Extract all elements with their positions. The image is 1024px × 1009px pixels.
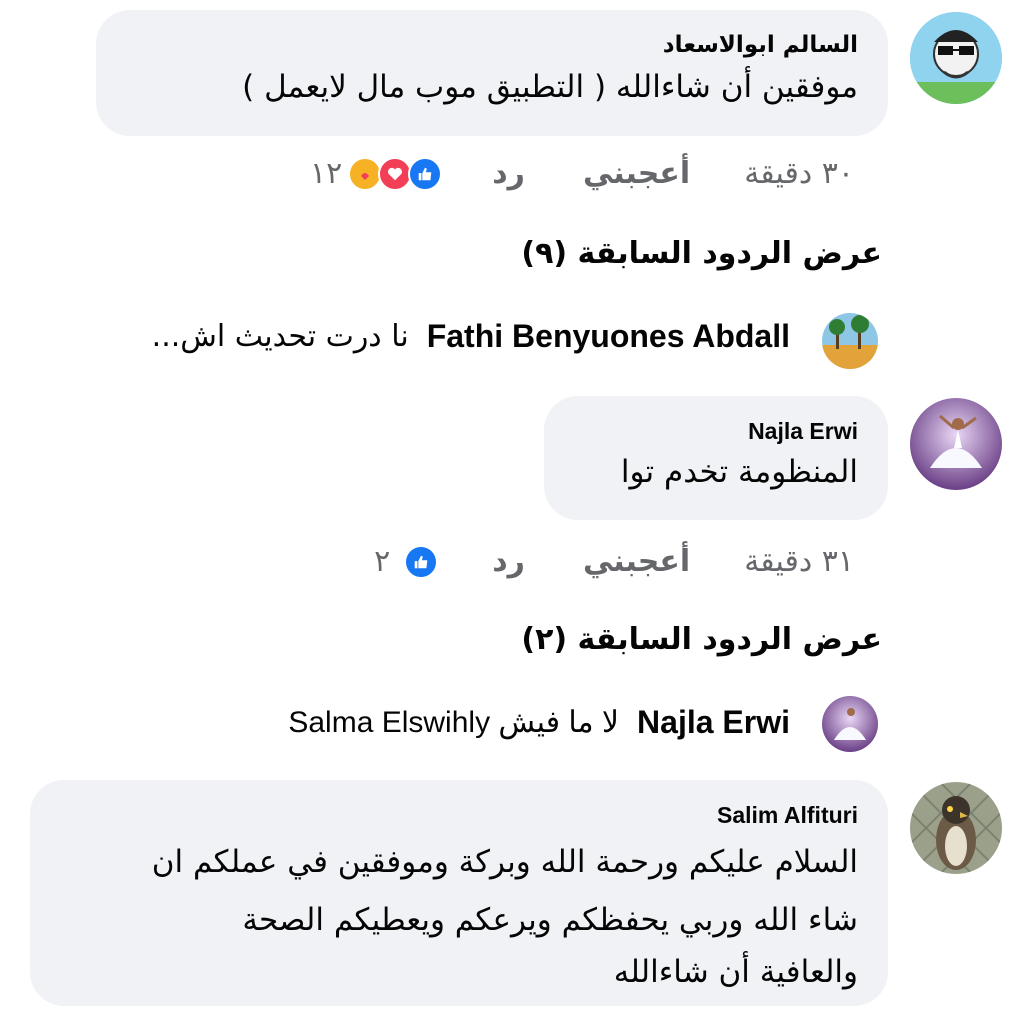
like-icon (408, 156, 443, 191)
reaction-count: ١٢ (310, 156, 343, 191)
reaction-summary[interactable]: ١٢ (310, 156, 443, 191)
reply-button[interactable]: رد (492, 156, 525, 191)
reaction-count: ٢ (374, 544, 391, 579)
comment-bubble: السالم ابوالاسعاد موفقين أن شاءالله ( ال… (96, 10, 888, 136)
comment-text-line: شاء الله وربي يحفظكم ويرعكم ويعطيكم الصح… (242, 902, 858, 938)
comment-actions: ٣١ دقيقة أعجبني رد ٢ (374, 544, 854, 579)
avatar-illustration (910, 398, 1002, 490)
reply-text: نا درت تحديث اش... (151, 319, 409, 354)
reply-author[interactable]: Fathi Benyuones Abdall (427, 318, 790, 355)
reply-button[interactable]: رد (492, 544, 525, 579)
love-icon (378, 156, 413, 191)
comment-time[interactable]: ٣٠ دقيقة (744, 156, 854, 191)
view-previous-replies[interactable]: عرض الردود السابقة (٩) (521, 236, 882, 271)
reply-avatar[interactable] (822, 696, 878, 752)
comment-time[interactable]: ٣١ دقيقة (744, 544, 854, 579)
comment-text: موفقين أن شاءالله ( التطبيق موب مال لايع… (242, 69, 858, 105)
comment-bubble: Najla Erwi المنظومة تخدم توا (544, 396, 888, 520)
reply-preview[interactable]: Najla Erwi لا ما فيش Salma Elswihly (288, 704, 790, 741)
care-icon (348, 156, 383, 191)
avatar-illustration (910, 12, 1002, 104)
view-previous-replies[interactable]: عرض الردود السابقة (٢) (521, 622, 882, 657)
comment-actions: ٣٠ دقيقة أعجبني رد ١٢ (310, 156, 854, 191)
avatar-illustration (910, 782, 1002, 874)
reaction-summary[interactable]: ٢ (374, 544, 439, 579)
like-button[interactable]: أعجبني (583, 156, 690, 191)
like-button[interactable]: أعجبني (583, 544, 690, 579)
comment-author[interactable]: Salim Alfituri (60, 802, 858, 829)
reply-avatar[interactable] (822, 313, 878, 369)
comment-text-line: والعافية أن شاءالله (613, 954, 858, 990)
reply-author[interactable]: Najla Erwi (637, 704, 790, 741)
reply-preview[interactable]: Fathi Benyuones Abdall نا درت تحديث اش..… (152, 318, 790, 355)
avatar[interactable] (910, 782, 1002, 874)
avatar[interactable] (910, 12, 1002, 104)
comment-bubble: Salim Alfituri السلام عليكم ورحمة الله و… (30, 780, 888, 1006)
comment-author[interactable]: السالم ابوالاسعاد (126, 32, 858, 58)
comment-author[interactable]: Najla Erwi (574, 418, 858, 445)
comment-text: المنظومة تخدم توا (620, 454, 858, 490)
reply-text: لا ما فيش Salma Elswihly (288, 706, 620, 739)
reply-avatar-image (822, 313, 878, 369)
avatar[interactable] (910, 398, 1002, 490)
like-icon (404, 544, 439, 579)
comment-text-line: السلام عليكم ورحمة الله وبركة وموفقين في… (151, 844, 858, 880)
reply-avatar-image (822, 696, 878, 752)
